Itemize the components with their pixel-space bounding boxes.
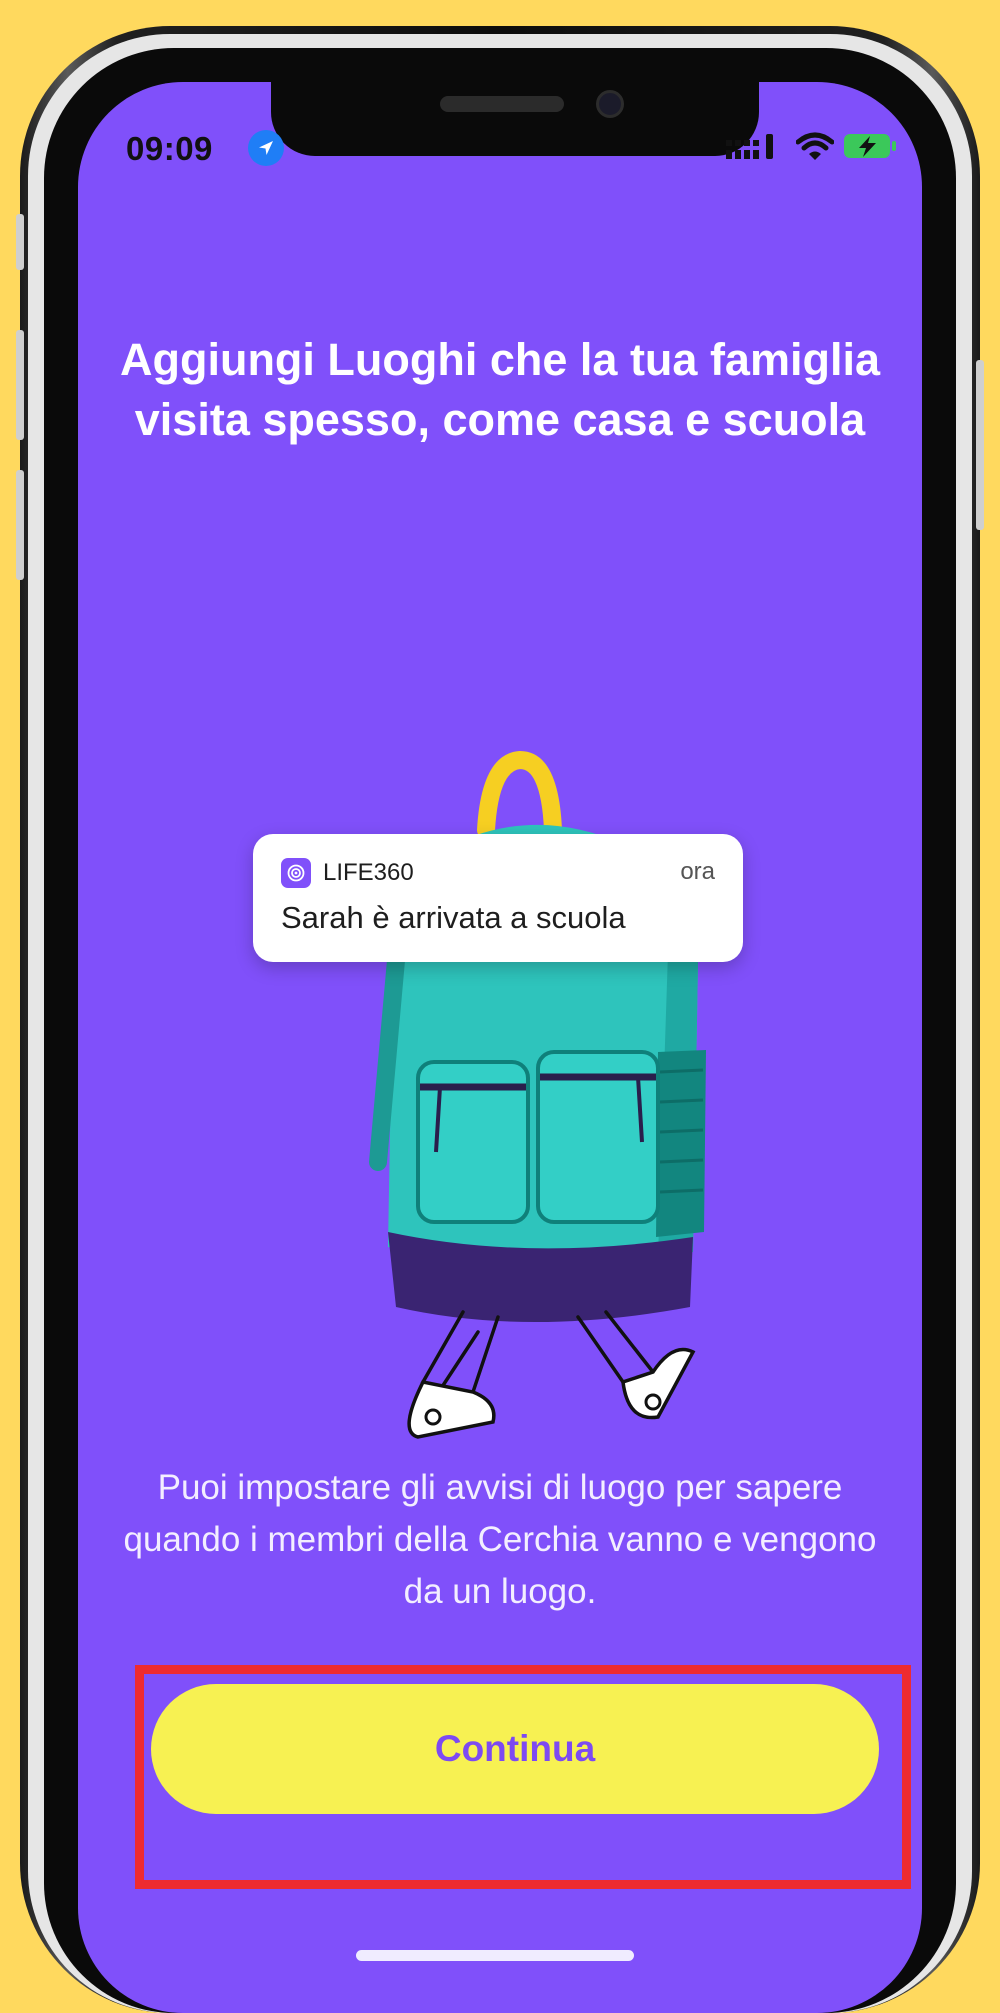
description-text: Puoi impostare gli avvisi di luogo per s…: [123, 1468, 877, 1611]
signal-icon: [726, 134, 773, 159]
notification-card: LIFE360 ora Sarah è arrivata a scuola: [253, 834, 743, 962]
continue-button[interactable]: Continua: [151, 1684, 879, 1814]
mute-switch: [16, 214, 24, 270]
volume-up-button: [16, 330, 24, 440]
notification-time: ora: [680, 858, 715, 885]
battery-charging-icon: [844, 134, 896, 158]
earpiece-speaker: [440, 96, 564, 112]
notification-app-name: LIFE360: [323, 859, 414, 886]
page-title: Aggiungi Luoghi che la tua famiglia visi…: [119, 334, 880, 445]
power-button: [976, 360, 984, 530]
front-camera: [596, 90, 624, 118]
volume-down-button: [16, 470, 24, 580]
notch: [271, 82, 759, 156]
location-arrow-icon: [248, 130, 284, 166]
life360-app-icon: [281, 858, 311, 888]
app-screen: 09:09 Aggiungi Luoghi che la tua famigli…: [78, 82, 922, 2013]
status-time: 09:09: [126, 130, 213, 167]
wifi-icon: [796, 132, 834, 160]
home-indicator[interactable]: [356, 1950, 634, 1961]
notification-message: Sarah è arrivata a scuola: [281, 900, 626, 935]
